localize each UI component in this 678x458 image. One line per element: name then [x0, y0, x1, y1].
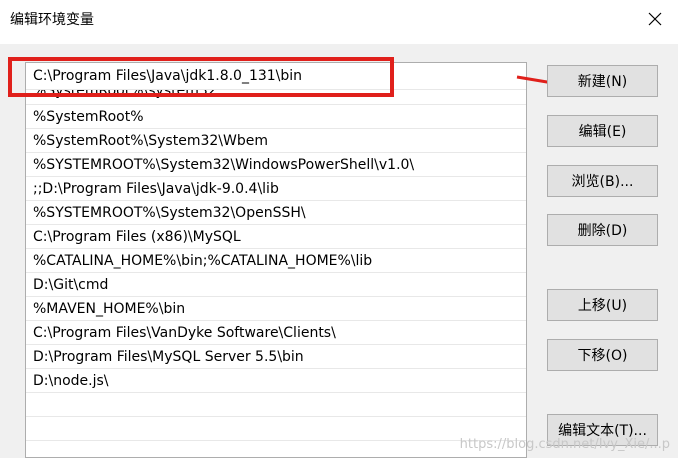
list-item[interactable]: C:\Program Files\Java\jdk1.8.0_131\bin	[26, 63, 526, 90]
edit-button[interactable]: 编辑(E)	[547, 115, 658, 147]
list-item[interactable]: %SystemRoot%\system32	[26, 90, 526, 105]
move-down-button-label: 下移(O)	[577, 348, 628, 364]
list-item[interactable]: D:\node.js\	[26, 369, 526, 393]
list-item[interactable]: C:\Program Files\VanDyke Software\Client…	[26, 321, 526, 345]
close-icon	[648, 12, 662, 26]
window-title: 编辑环境变量	[10, 12, 94, 28]
delete-button[interactable]: 删除(D)	[547, 214, 658, 246]
empty-list-item[interactable]	[26, 417, 526, 441]
watermark: https://blog.csdn.net/Ivy_Xie/...p	[459, 437, 670, 452]
list-item[interactable]: D:\Git\cmd	[26, 273, 526, 297]
new-button[interactable]: 新建(N)	[547, 65, 658, 97]
move-up-button[interactable]: 上移(U)	[547, 289, 658, 321]
list-item[interactable]: %SYSTEMROOT%\System32\OpenSSH\	[26, 201, 526, 225]
edit-button-label: 编辑(E)	[578, 124, 627, 140]
browse-button[interactable]: 浏览(B)...	[547, 165, 658, 197]
title-bar: 编辑环境变量	[0, 0, 678, 44]
list-item[interactable]: %CATALINA_HOME%\bin;%CATALINA_HOME%\lib	[26, 249, 526, 273]
browse-button-label: 浏览(B)...	[571, 174, 634, 190]
list-item[interactable]: %SystemRoot%\System32\Wbem	[26, 129, 526, 153]
move-up-button-label: 上移(U)	[577, 298, 628, 314]
delete-button-label: 删除(D)	[577, 223, 628, 239]
list-item[interactable]: %SystemRoot%	[26, 105, 526, 129]
path-list[interactable]: C:\Program Files\Java\jdk1.8.0_131\bin %…	[25, 62, 527, 458]
list-item[interactable]: %SYSTEMROOT%\System32\WindowsPowerShell\…	[26, 153, 526, 177]
close-button[interactable]	[632, 0, 678, 38]
new-button-label: 新建(N)	[577, 74, 628, 90]
list-item[interactable]: %MAVEN_HOME%\bin	[26, 297, 526, 321]
empty-list-item[interactable]	[26, 393, 526, 417]
list-item[interactable]: D:\Program Files\MySQL Server 5.5\bin	[26, 345, 526, 369]
list-item[interactable]: ;;D:\Program Files\Java\jdk-9.0.4\lib	[26, 177, 526, 201]
move-down-button[interactable]: 下移(O)	[547, 339, 658, 371]
list-item[interactable]: C:\Program Files (x86)\MySQL	[26, 225, 526, 249]
